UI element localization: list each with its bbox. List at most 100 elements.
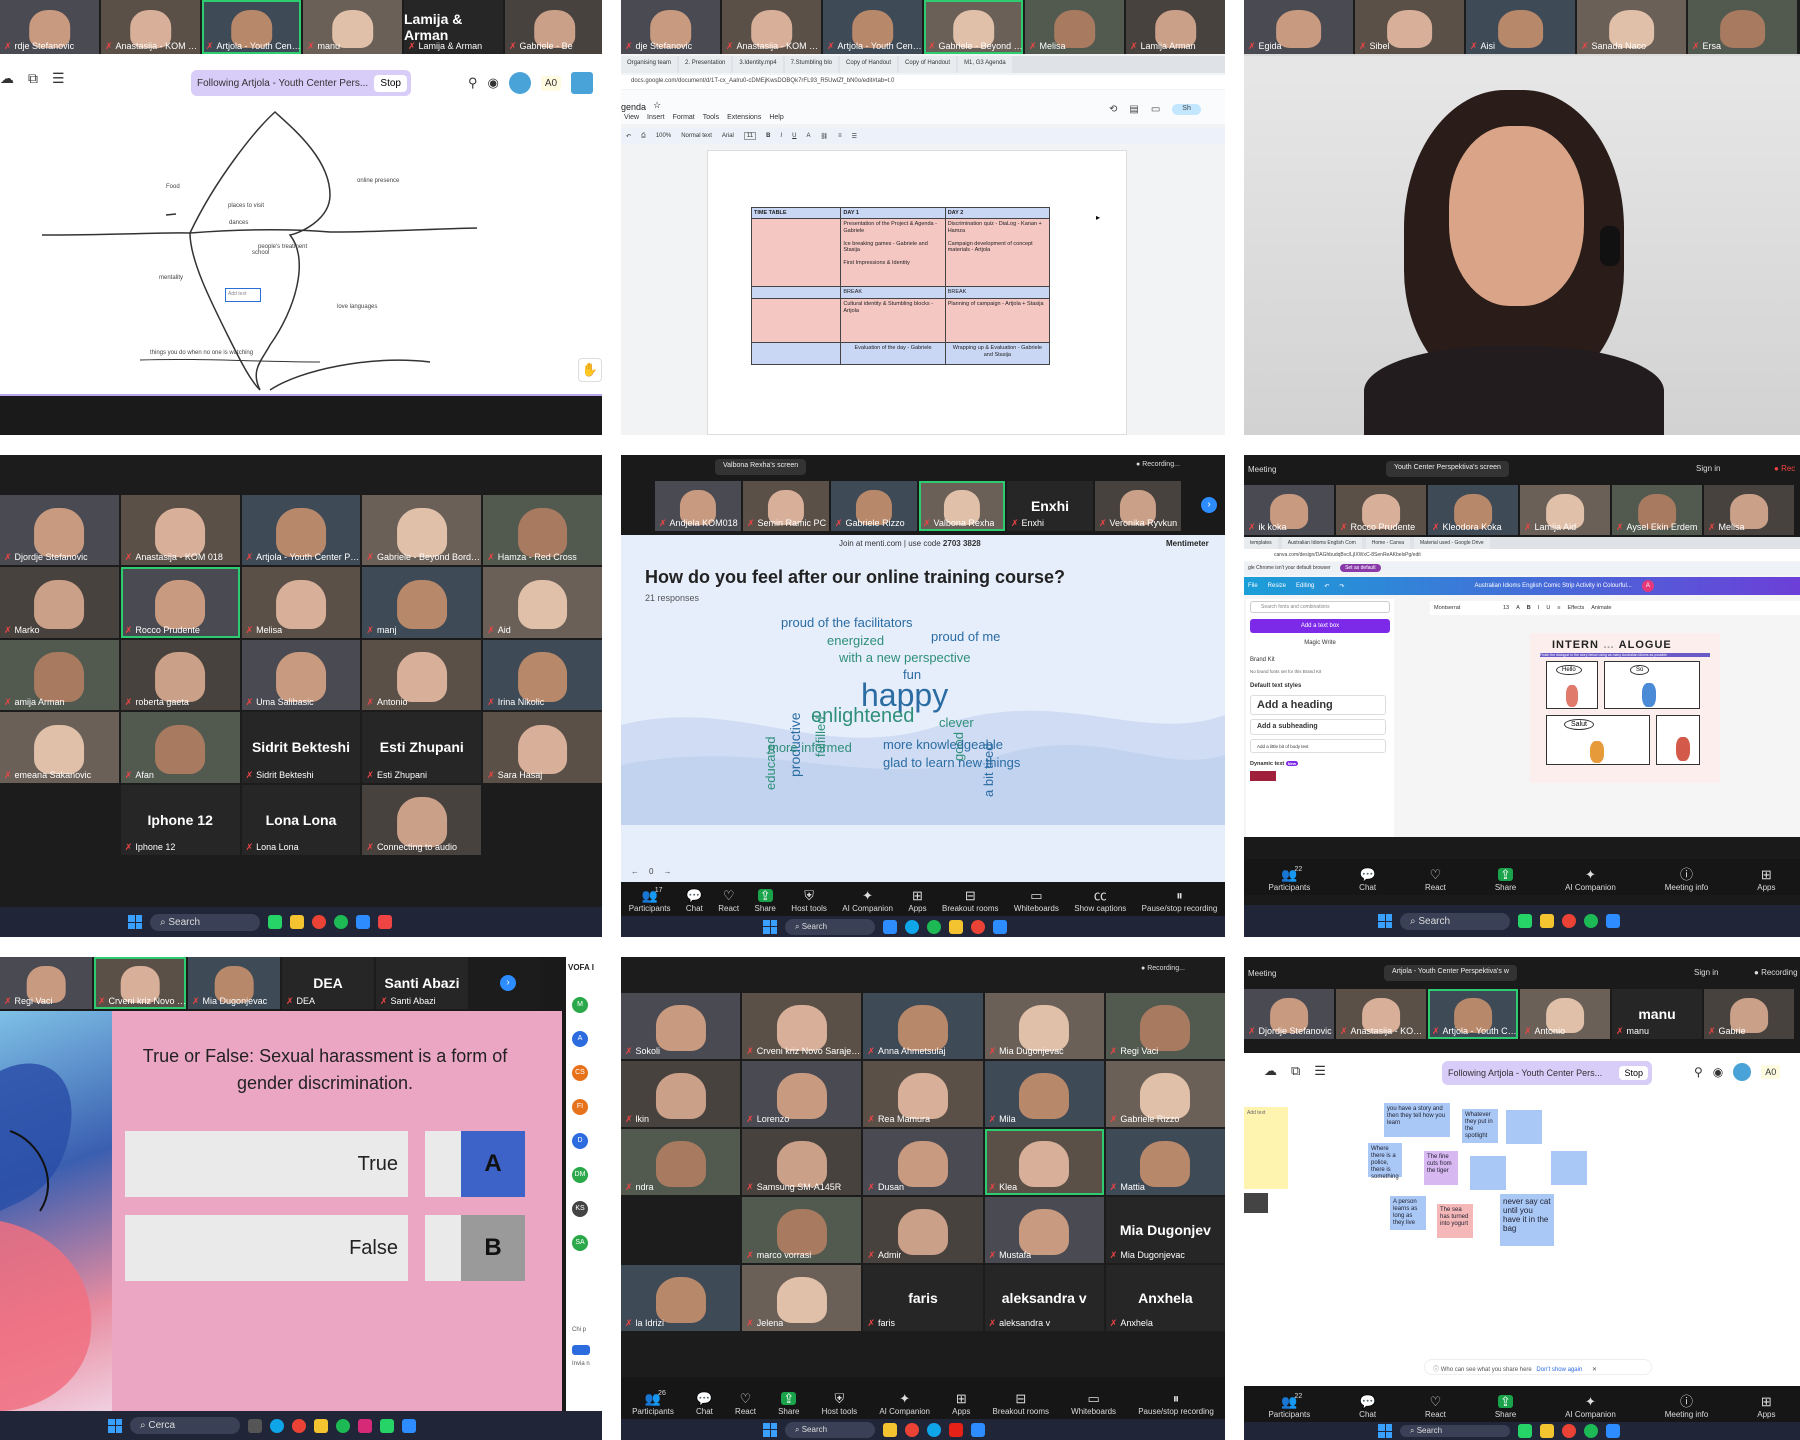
participant-tile[interactable]: ✗ la Idrizi <box>621 1265 741 1331</box>
font-search-input[interactable]: Search fonts and combinations <box>1250 601 1390 613</box>
participant-tile[interactable]: ✗ Irina Nikolic <box>483 639 602 711</box>
zoom-icon[interactable] <box>993 919 1007 934</box>
taskbar-search[interactable]: ⌕ Cerca <box>130 1417 240 1434</box>
chat-button[interactable]: 💬 Chat <box>686 889 703 913</box>
meeting-info-button[interactable]: ⓘ Meeting info <box>1665 868 1709 892</box>
participant-tile[interactable]: ✗ roberta gaeta <box>120 639 240 711</box>
browser-tab[interactable]: Australian Idioms English Com <box>1281 537 1362 549</box>
font-size-field[interactable]: 13 <box>1503 605 1509 611</box>
ai-companion-button[interactable]: ✦ AI Companion <box>879 1392 930 1416</box>
eye-icon[interactable]: ◉ <box>488 75 499 91</box>
edge-icon[interactable] <box>905 919 919 934</box>
comment-icon[interactable]: ▤ <box>1129 104 1138 115</box>
participant-tile[interactable]: ✗ Mia Dugonjevac <box>188 957 280 1009</box>
participant-tile[interactable]: Mia Dugonjev ✗ Mia Dugonjevac <box>1105 1197 1225 1263</box>
copy-icon[interactable]: ⧉ <box>1291 1063 1300 1079</box>
participant-tile[interactable]: ✗ Sibel <box>1355 0 1464 54</box>
copy-icon[interactable]: ⧉ <box>28 70 38 87</box>
browser-tab[interactable]: Material used - Google Drive <box>1414 537 1490 549</box>
participant-tile[interactable]: ✗ Aysel Ekin Erdem <box>1612 485 1702 535</box>
participant-tile[interactable]: ✗Anastasija - KOM 018 <box>120 495 240 566</box>
text-color-icon[interactable]: A <box>1516 605 1520 611</box>
spotify-icon[interactable] <box>927 919 941 934</box>
chrome-icon[interactable] <box>1562 914 1576 928</box>
magic-write-button[interactable]: Magic Write <box>1250 637 1390 649</box>
participant-tile[interactable]: ✗Anastasija - KOM 018 <box>101 0 200 54</box>
prev-slide-icon[interactable]: ← <box>631 867 639 876</box>
browser-tab[interactable]: M1, G3 Agenda <box>958 56 1012 73</box>
italic-icon[interactable]: I <box>1538 605 1540 611</box>
participant-tile[interactable] <box>621 1197 741 1263</box>
react-button[interactable]: ♡ React <box>735 1392 756 1416</box>
react-button[interactable]: ♡ React <box>718 889 739 913</box>
italic-icon[interactable]: I <box>780 133 782 139</box>
participant-tile[interactable]: ✗ Melisa <box>1704 485 1794 535</box>
participant-tile[interactable]: ✗ Connecting to audio <box>362 784 482 855</box>
participant-tile[interactable]: ✗ Gabrie <box>1704 989 1794 1039</box>
whatsapp-icon[interactable] <box>380 1418 394 1433</box>
chrome-icon[interactable] <box>971 919 985 934</box>
url-bar[interactable]: canva.com/design/DAGhbudqBvc/LjIXWxC-8Se… <box>1244 549 1800 561</box>
browser-tab[interactable]: 3.Identity.mp4 <box>733 56 783 73</box>
menu-item[interactable]: Tools <box>703 114 719 121</box>
participant-tile[interactable]: ✗ Djordje Stefanovic <box>1244 989 1334 1039</box>
chat-button[interactable]: 💬 Chat <box>1359 1395 1376 1419</box>
chrome-icon[interactable] <box>905 1422 919 1437</box>
participant-tile[interactable]: ✗ Dusan <box>863 1129 983 1195</box>
print-icon[interactable]: ⎙ <box>641 133 646 140</box>
chat-avatar[interactable]: D <box>572 1133 588 1149</box>
youtube-icon[interactable] <box>949 1422 963 1437</box>
participant-tile[interactable]: ✗ Marko <box>0 567 119 638</box>
menu-item[interactable]: View <box>624 114 639 121</box>
sticky-note[interactable]: The sea has turned into yogurt <box>1437 1204 1473 1238</box>
chat-avatar[interactable]: KS <box>572 1201 588 1217</box>
folder-icon[interactable] <box>1540 914 1554 928</box>
recording-indicator[interactable]: ● Recording... <box>1141 965 1185 972</box>
pointer-icon[interactable]: ⚲ <box>1694 1065 1703 1079</box>
browser-tab[interactable]: Copy of Handout <box>899 56 957 73</box>
add-heading-button[interactable]: Add a heading <box>1250 695 1386 715</box>
stop-follow-button[interactable]: Stop <box>1619 1066 1648 1080</box>
participant-tile[interactable]: ✗ Rocco Prudente <box>1336 485 1426 535</box>
bold-icon[interactable]: B <box>766 133 770 139</box>
spotify-icon[interactable] <box>1584 914 1598 928</box>
participant-tile[interactable]: ✗ Gabriele Rizzo <box>831 481 917 531</box>
participant-tile[interactable]: ✗ Uma Salibasic <box>241 639 361 711</box>
history-icon[interactable]: ⟲ <box>1109 104 1117 115</box>
sticky-note[interactable]: The fine cuts from the tiger <box>1424 1151 1458 1185</box>
participant-tile[interactable]: ✗ emeana Sakanovic <box>0 712 119 783</box>
participant-tile[interactable]: ✗ Djordje Stefanovic <box>0 495 119 566</box>
react-button[interactable]: ♡ React <box>1425 868 1446 892</box>
ai-companion-button[interactable]: ✦ AI Companion <box>842 889 893 913</box>
participant-tile[interactable]: ✗ ndra <box>621 1129 741 1195</box>
font-select[interactable]: Montserrat <box>1434 605 1496 611</box>
quiz-letter-a[interactable]: A <box>425 1131 525 1197</box>
next-slide-icon[interactable]: → <box>663 867 671 876</box>
add-text-box-button[interactable]: Add a text box <box>1250 619 1390 633</box>
participant-tile[interactable]: Esti Zhupani ✗ Esti Zhupani <box>362 712 482 783</box>
edge-icon[interactable] <box>927 1422 941 1437</box>
participant-tile[interactable]: ✗ Mila <box>984 1061 1104 1127</box>
participant-tile[interactable]: ✗ Mattia <box>1105 1129 1225 1195</box>
list-icon[interactable]: ☰ <box>852 133 857 140</box>
effects-button[interactable]: Effects <box>1568 605 1585 611</box>
ai-companion-button[interactable]: ✦ AI Companion <box>1565 1395 1616 1419</box>
participant-tile[interactable]: ✗ Sara Hasaj <box>483 712 602 783</box>
participant-tile[interactable]: ✗ Lorenzo <box>742 1061 862 1127</box>
underline-icon[interactable]: U <box>792 133 796 139</box>
underline-icon[interactable]: U <box>1546 605 1550 611</box>
participants-button[interactable]: 👥 26 Participants <box>632 1390 674 1416</box>
participant-tile[interactable]: ✗ Andjela KOM018 <box>655 481 741 531</box>
instagram-icon[interactable] <box>358 1418 372 1433</box>
zoom-icon[interactable] <box>402 1418 416 1433</box>
brand-kit-label[interactable]: Brand Kit <box>1250 657 1275 663</box>
host-tools-button[interactable]: ⛨ Host tools <box>791 889 827 913</box>
windows-start-icon[interactable] <box>128 915 142 929</box>
whiteboards-button[interactable]: ▭ Whiteboards <box>1014 889 1059 913</box>
edge-icon[interactable] <box>270 1418 284 1433</box>
participant-tile[interactable]: ✗ Veronika Ryvkun <box>1095 481 1181 531</box>
spotify-icon[interactable] <box>1584 1424 1598 1438</box>
chrome-icon[interactable] <box>312 915 326 929</box>
apps-button[interactable]: ⊞ Apps <box>1757 868 1775 892</box>
participant-tile[interactable]: ✗Crveni kriz Novo Sarajevo <box>94 957 186 1009</box>
